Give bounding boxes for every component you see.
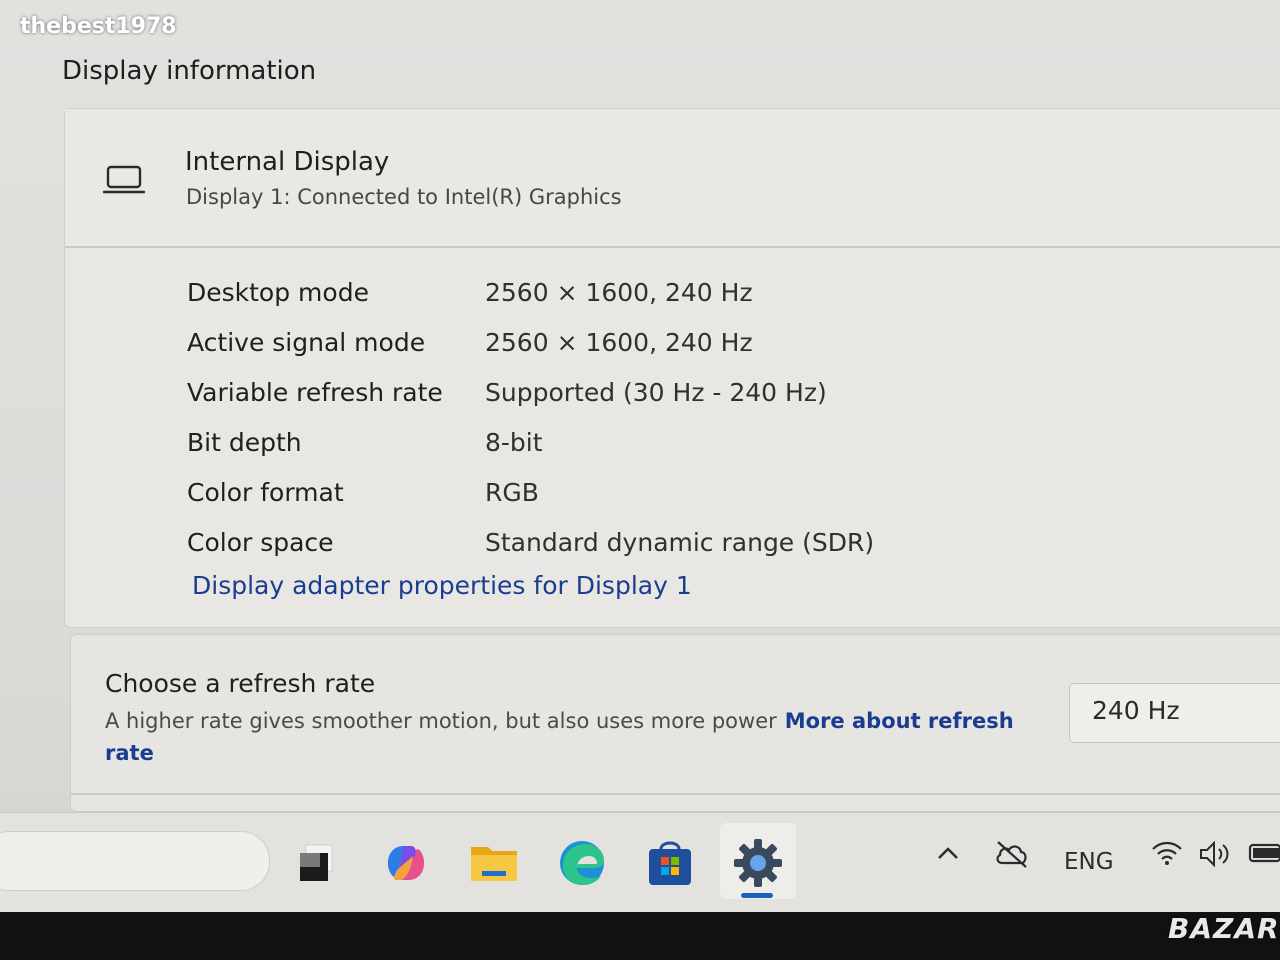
display-subtitle: Display 1: Connected to Intel(R) Graphic… — [186, 185, 622, 209]
refresh-description: A higher rate gives smoother motion, but… — [105, 705, 1045, 769]
active-indicator — [741, 893, 773, 898]
monitor-bezel — [0, 912, 1280, 960]
display-info-card: Internal Display Display 1: Connected to… — [64, 108, 1280, 628]
row-label: Variable refresh rate — [187, 377, 443, 407]
language-indicator[interactable]: ENG — [1064, 849, 1114, 875]
taskbar: ENG — [0, 812, 1280, 912]
table-row: Desktop mode 2560 × 1600, 240 Hz — [187, 267, 1087, 317]
store-icon[interactable] — [642, 835, 698, 891]
row-label: Color space — [187, 527, 334, 557]
row-label: Desktop mode — [187, 277, 369, 307]
row-label: Active signal mode — [187, 327, 426, 357]
file-explorer-icon[interactable] — [466, 835, 522, 891]
row-value: 8-bit — [485, 427, 543, 457]
settings-window: thebest1978 Display information Internal… — [0, 0, 1280, 912]
display-info-table: Desktop mode 2560 × 1600, 240 Hz Active … — [187, 267, 1087, 567]
row-value: 2560 × 1600, 240 Hz — [485, 327, 753, 357]
refresh-rate-dropdown[interactable]: 240 Hz — [1069, 683, 1280, 743]
edge-icon[interactable] — [554, 835, 610, 891]
laptop-icon — [103, 165, 145, 194]
display-name: Internal Display — [185, 147, 390, 177]
settings-gear-icon[interactable] — [730, 835, 786, 891]
task-view-icon[interactable] — [286, 835, 342, 891]
onedrive-offline-icon[interactable] — [994, 839, 1030, 875]
copilot-icon[interactable] — [378, 835, 434, 891]
display-header: Internal Display Display 1: Connected to… — [65, 109, 1280, 248]
search-box[interactable] — [0, 831, 270, 891]
row-value: 2560 × 1600, 240 Hz — [485, 277, 753, 307]
section-title: Display information — [62, 56, 317, 86]
volume-icon[interactable] — [1198, 839, 1234, 875]
row-label: Bit depth — [187, 427, 302, 457]
adapter-properties-link[interactable]: Display adapter properties for Display 1 — [192, 571, 692, 600]
table-row: Color format RGB — [187, 467, 1087, 517]
row-label: Color format — [187, 477, 344, 507]
show-hidden-icons-chevron-icon[interactable] — [934, 839, 962, 873]
refresh-description-text: A higher rate gives smoother motion, but… — [105, 709, 777, 733]
table-row: Color space Standard dynamic range (SDR) — [187, 517, 1087, 567]
divider — [71, 793, 1280, 795]
table-row: Active signal mode 2560 × 1600, 240 Hz — [187, 317, 1087, 367]
table-row: Bit depth 8-bit — [187, 417, 1087, 467]
row-value: Supported (30 Hz - 240 Hz) — [485, 377, 827, 407]
bazar-logo: BAZAR — [1168, 912, 1280, 945]
row-value: Standard dynamic range (SDR) — [485, 527, 875, 557]
row-value: RGB — [485, 477, 539, 507]
refresh-title: Choose a refresh rate — [105, 669, 376, 698]
watermark: thebest1978 — [20, 14, 177, 39]
refresh-rate-card: Choose a refresh rate A higher rate give… — [70, 634, 1280, 812]
wifi-icon[interactable] — [1150, 839, 1184, 873]
battery-icon[interactable] — [1248, 839, 1280, 873]
table-row: Variable refresh rate Supported (30 Hz -… — [187, 367, 1087, 417]
